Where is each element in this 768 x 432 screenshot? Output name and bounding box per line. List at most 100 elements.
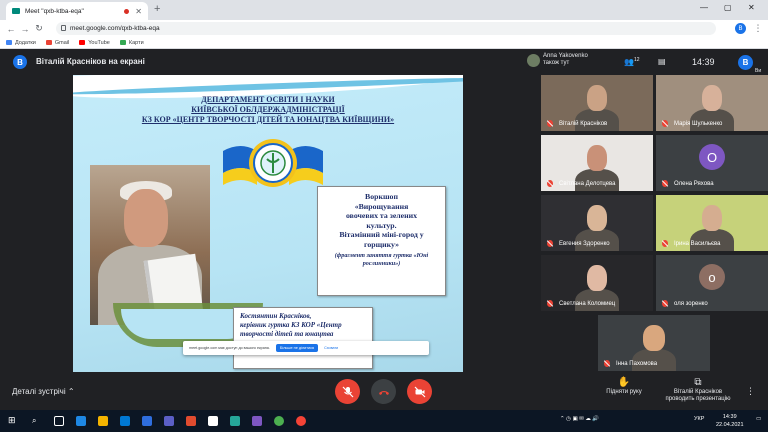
reload-icon[interactable]: ↻: [32, 23, 46, 34]
minimize-icon[interactable]: —: [700, 3, 708, 12]
app-icon-4[interactable]: [252, 416, 262, 426]
apps-grid-icon: [6, 40, 12, 45]
participant-name: Віталій Красніков: [559, 121, 608, 127]
tab-title: Meet "qxb-ktba-eqa": [25, 7, 84, 15]
participant-tile[interactable]: Ірина Васильєва: [656, 195, 768, 251]
new-tab-button[interactable]: +: [154, 3, 160, 15]
screen-share-notice: meet.google.com має доступ до вашого екр…: [183, 341, 429, 355]
meet-top-bar: В Віталій Красніков на екрані Anna Yakov…: [0, 49, 768, 75]
maximize-icon[interactable]: ▢: [724, 3, 732, 12]
bookmark-maps[interactable]: Карти: [119, 40, 144, 46]
search-icon[interactable]: ⌕: [32, 416, 42, 426]
meeting-details-button[interactable]: Деталі зустрічі ⌃: [12, 387, 75, 396]
participant-avatar: О: [699, 144, 725, 170]
language-indicator[interactable]: УКР: [694, 416, 704, 422]
participant-tile[interactable]: о оля зоренко: [656, 255, 768, 311]
chat-icon[interactable]: ▤: [658, 57, 666, 66]
header-line-1: ДЕПАРТАМЕНТ ОСВІТИ І НАУКИ: [201, 95, 335, 104]
teams-icon[interactable]: [164, 416, 174, 426]
participant-name: Олена Ряхова: [674, 181, 714, 187]
taskbar-clock[interactable]: 14:39 22.04.2021: [716, 413, 744, 429]
mail-icon[interactable]: [142, 416, 152, 426]
participant-tile[interactable]: Евгения Здоренко: [541, 195, 653, 251]
raise-hand-button[interactable]: ✋ Підняти руку: [596, 377, 652, 396]
bookmark-apps[interactable]: Додатки: [6, 40, 36, 46]
header-line-2: КИЇВСЬКОЇ ОБЛДЕРЖАДМІНІСТРАЦІЇ: [191, 105, 345, 114]
profile-avatar[interactable]: B: [735, 23, 746, 34]
close-tab-icon[interactable]: ✕: [135, 7, 142, 16]
store-icon[interactable]: [120, 416, 130, 426]
screen: Meet "qxb-ktba-eqa" ✕ + — ▢ ✕ ← → ↻ meet…: [0, 0, 768, 432]
youtube-icon: [79, 40, 86, 45]
menu-dots-icon[interactable]: ⋮: [751, 23, 765, 34]
participant-name: Марія Шулькенко: [674, 121, 723, 127]
author-box: Костянтин Красніков, керівник гуртка КЗ …: [233, 307, 373, 369]
participant-tile[interactable]: Віталій Красніков: [541, 75, 653, 131]
participants-grid: Віталій Красніков Марія Шулькенко Світлана…: [537, 75, 768, 372]
explorer-icon[interactable]: [98, 416, 108, 426]
tray-icons[interactable]: ⌃ ◷ ▣ ✉ ☁ 🔊: [560, 416, 599, 422]
header-line-3: КЗ КОР «ЦЕНТР ТВОРЧОСТІ ДІТЕЙ ТА ЮНАЦТВА…: [141, 115, 395, 124]
hand-icon: ✋: [617, 377, 631, 388]
maps-icon: [119, 40, 126, 45]
app-icon-2[interactable]: [208, 416, 218, 426]
speaker-avatar: [527, 53, 540, 67]
self-avatar[interactable]: В: [738, 55, 753, 70]
mic-toggle-button[interactable]: [335, 379, 360, 404]
participant-avatar: о: [699, 264, 725, 290]
presenter-avatar: В: [13, 55, 27, 69]
mic-off-icon: [547, 240, 553, 247]
mic-off-icon: [547, 120, 553, 127]
windows-taskbar: ⊞ ⌕ ⌃ ◷ ▣ ✉ ☁ 🔊 УКР 14:39 22.04.2021 ▭: [0, 410, 768, 432]
more-options-icon[interactable]: ⋮: [746, 386, 755, 397]
notifications-icon[interactable]: ▭: [756, 416, 761, 422]
bookmark-gmail[interactable]: Gmail: [45, 40, 69, 46]
stop-sharing-button[interactable]: Більше не ділитися: [275, 344, 319, 352]
people-icon[interactable]: 👥12: [624, 57, 640, 67]
close-window-icon[interactable]: ✕: [748, 3, 755, 12]
url-field[interactable]: meet.google.com/qxb-ktba-eqa: [56, 22, 716, 35]
meeting-clock: 14:39: [692, 57, 715, 67]
task-view-icon[interactable]: [54, 416, 64, 426]
workshop-subtitle: (фрагмент заняття гуртка «Юні рослинники…: [334, 252, 429, 267]
camera-toggle-button[interactable]: [407, 379, 432, 404]
edge-icon[interactable]: [76, 416, 86, 426]
mic-off-icon: [662, 180, 668, 187]
participant-name: Світлана Делотцева: [559, 181, 616, 187]
app-icon-1[interactable]: [186, 416, 196, 426]
participant-tile[interactable]: Марія Шулькенко: [656, 75, 768, 131]
camera-off-icon: [414, 386, 425, 397]
app-icon-3[interactable]: [230, 416, 240, 426]
mic-off-icon: [662, 300, 668, 307]
speaker-sub: також тут: [543, 60, 570, 66]
participant-name: оля зоренко: [674, 301, 708, 307]
chrome-icon[interactable]: [274, 416, 284, 426]
participant-tile[interactable]: Светлана Коломиец: [541, 255, 653, 311]
self-label: Ви: [755, 68, 762, 74]
presenter-title: Віталій Красніков на екрані: [36, 57, 145, 66]
hangup-icon: [378, 390, 389, 395]
participant-tile[interactable]: Світлана Делотцева: [541, 135, 653, 191]
recording-dot-icon: [124, 8, 130, 14]
mic-off-icon: [342, 386, 353, 397]
participant-name: Ірина Васильєва: [674, 241, 721, 247]
bookmarks-bar: Додатки Gmail YouTube Карти: [0, 37, 768, 49]
participant-name: Светлана Коломиец: [559, 301, 616, 307]
forward-icon[interactable]: →: [18, 24, 32, 34]
address-bar-row: ← → ↻ meet.google.com/qxb-ktba-eqa B ⋮: [0, 20, 768, 37]
bookmark-youtube[interactable]: YouTube: [79, 40, 110, 46]
hide-notice-button[interactable]: Сховати: [324, 346, 338, 350]
presenter-photo: [90, 165, 210, 325]
leave-call-button[interactable]: [371, 379, 396, 404]
browser-tab[interactable]: Meet "qxb-ktba-eqa" ✕: [6, 2, 148, 20]
participant-tile[interactable]: О Олена Ряхова: [656, 135, 768, 191]
presentation-status-button[interactable]: ⧉ Віталій Красніков проводить презентаці…: [660, 377, 736, 403]
start-icon[interactable]: ⊞: [8, 415, 18, 425]
mic-off-icon: [662, 120, 668, 127]
meet-favicon-icon: [12, 8, 20, 14]
app-icon-5[interactable]: [296, 416, 306, 426]
back-icon[interactable]: ←: [4, 24, 18, 34]
chevron-up-icon: ⌃: [67, 387, 75, 396]
participant-tile[interactable]: Інна Пахомова: [598, 315, 710, 371]
gmail-icon: [45, 40, 52, 45]
